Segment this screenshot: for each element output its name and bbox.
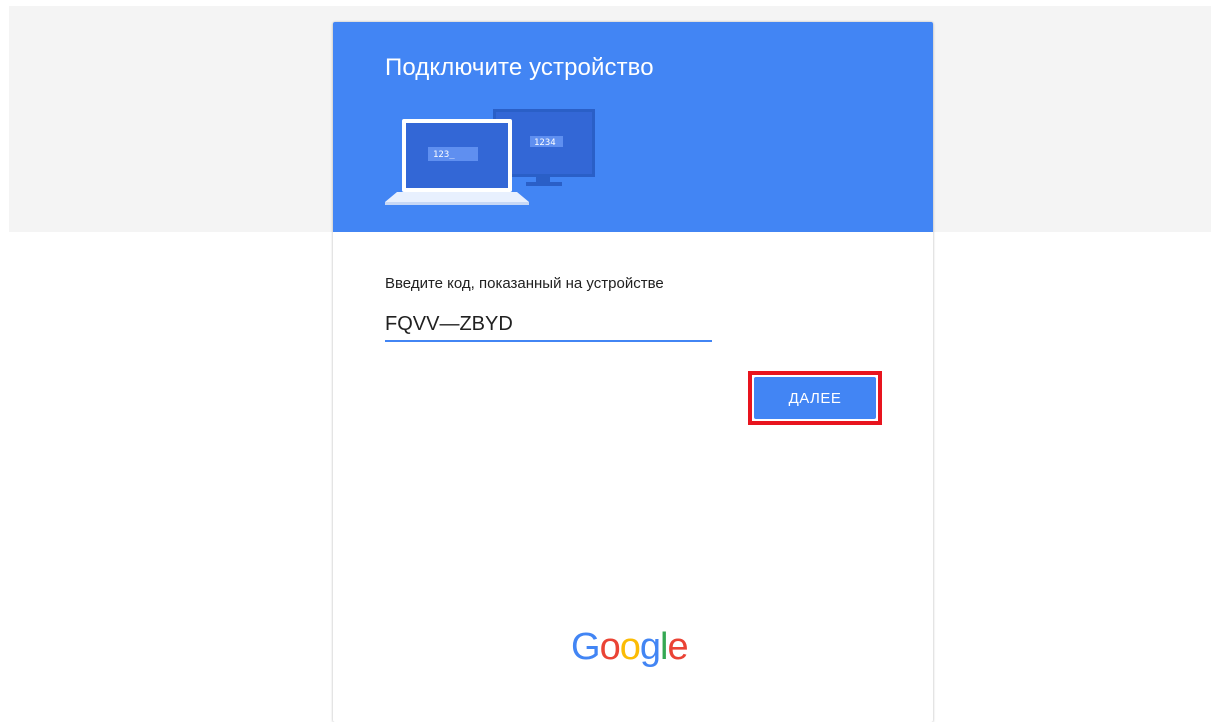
google-logo-letter: o — [599, 626, 621, 668]
google-logo-letter: e — [667, 626, 688, 668]
google-logo: Google — [571, 626, 689, 669]
google-logo-letter: g — [639, 626, 661, 668]
device-connect-card: Подключите устройство 1234 123_ Введите … — [333, 22, 933, 722]
google-logo-letter: o — [619, 626, 641, 668]
google-logo-letter: G — [571, 626, 601, 668]
device-code-input[interactable] — [385, 308, 712, 342]
card-header: Подключите устройство 1234 123_ — [333, 22, 933, 232]
laptop-code-text: 123_ — [433, 150, 455, 160]
monitor-code-text: 1234 — [534, 138, 556, 148]
laptop-icon: 123_ — [385, 119, 529, 205]
code-field-label: Введите код, показанный на устройстве — [385, 275, 664, 292]
card-title: Подключите устройство — [385, 54, 654, 81]
devices-illustration-icon: 1234 123_ — [385, 109, 595, 205]
next-button[interactable]: ДАЛЕЕ — [754, 377, 876, 419]
